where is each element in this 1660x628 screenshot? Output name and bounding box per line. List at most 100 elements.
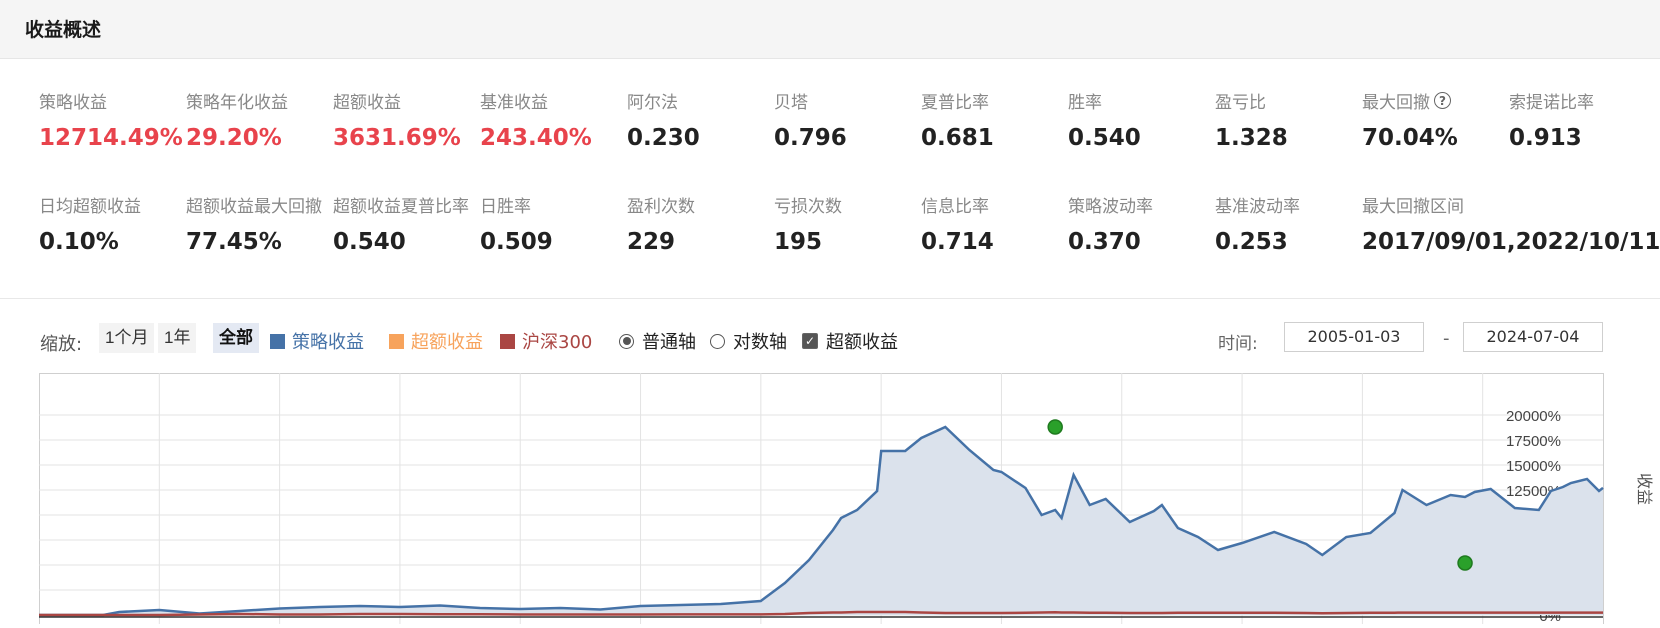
- metric-card: 策略年化收益 29.20%: [186, 88, 336, 151]
- y-tick-label: 15000%: [1506, 458, 1561, 475]
- radio-label: 普通轴: [642, 332, 696, 353]
- radio-selected-icon: [619, 333, 634, 349]
- metric-label-text: 超额收益夏普比率: [333, 197, 469, 217]
- help-icon[interactable]: ?: [1434, 92, 1451, 109]
- date-separator: -: [1443, 328, 1450, 349]
- metric-label: 夏普比率: [921, 88, 1071, 113]
- metric-value: 0.913: [1509, 125, 1582, 151]
- log-axis-radio[interactable]: 对数轴: [710, 328, 787, 354]
- metric-value: 0.10%: [39, 229, 119, 255]
- check-icon: ✓: [802, 333, 818, 349]
- metric-label: 超额收益最大回撤: [186, 192, 336, 217]
- legend-label: 超额收益: [411, 332, 483, 353]
- returns-chart: 20000%17500%15000%12500%10000%7500%5000%…: [39, 373, 1660, 625]
- start-date-input[interactable]: 2005-01-03: [1284, 322, 1424, 352]
- metric-value: 195: [774, 229, 823, 255]
- metric-label-text: 日均超额收益: [39, 197, 141, 217]
- radio-label: 对数轴: [733, 332, 787, 353]
- zoom-label: 缩放:: [40, 334, 83, 355]
- drawdown-marker: [1457, 555, 1473, 571]
- metric-card: 夏普比率 0.681: [921, 88, 1071, 151]
- metric-label-text: 策略收益: [39, 93, 107, 113]
- page-title: 收益概述: [25, 19, 102, 41]
- metric-label: 盈利次数: [627, 192, 777, 217]
- metric-value: 70.04%: [1362, 125, 1458, 151]
- metric-label: 日均超额收益: [39, 192, 189, 217]
- metric-card: 胜率 0.540: [1068, 88, 1218, 151]
- metric-value: 0.253: [1215, 229, 1288, 255]
- metric-label-text: 策略年化收益: [186, 93, 288, 113]
- metric-label: 索提诺比率: [1509, 88, 1659, 113]
- metric-value: 12714.49%: [39, 125, 183, 151]
- metric-card: 盈利次数 229: [627, 192, 777, 255]
- metric-value: 77.45%: [186, 229, 282, 255]
- metric-label-text: 基准波动率: [1215, 197, 1300, 217]
- metric-label-text: 基准收益: [480, 93, 548, 113]
- metric-label-text: 索提诺比率: [1509, 93, 1594, 113]
- metric-value: 0.796: [774, 125, 847, 151]
- metric-label: 最大回撤?: [1362, 88, 1512, 113]
- metric-label-text: 阿尔法: [627, 93, 678, 113]
- metric-label: 策略年化收益: [186, 88, 336, 113]
- metric-label-text: 策略波动率: [1068, 197, 1153, 217]
- y-axis-label: 收益: [1635, 473, 1653, 505]
- metric-label: 阿尔法: [627, 88, 777, 113]
- legend-label: 沪深300: [522, 332, 593, 353]
- zoom-all-button[interactable]: 全部: [213, 323, 259, 353]
- metric-label-text: 最大回撤区间: [1362, 197, 1464, 217]
- metric-label: 策略收益: [39, 88, 189, 113]
- metric-card: 策略收益 12714.49%: [39, 88, 189, 151]
- y-tick-label: 17500%: [1506, 433, 1561, 450]
- metric-label-text: 超额收益最大回撤: [186, 197, 322, 217]
- metric-card: 最大回撤? 70.04%: [1362, 88, 1512, 151]
- metric-label: 信息比率: [921, 192, 1071, 217]
- normal-axis-radio[interactable]: 普通轴: [619, 328, 696, 354]
- legend-swatch: [270, 333, 285, 349]
- metric-label-text: 盈亏比: [1215, 93, 1266, 113]
- metric-card: 超额收益夏普比率 0.540: [333, 192, 483, 255]
- metric-value: 1.328: [1215, 125, 1288, 151]
- metric-value: 3631.69%: [333, 125, 461, 151]
- summary-header: 收益概述: [0, 0, 1660, 59]
- metric-label: 超额收益: [333, 88, 483, 113]
- legend-excess[interactable]: 超额收益: [389, 328, 483, 354]
- metric-value: 0.540: [333, 229, 406, 255]
- metric-value: 0.509: [480, 229, 553, 255]
- metric-label: 基准波动率: [1215, 192, 1365, 217]
- zoom-1month-button[interactable]: 1个月: [99, 323, 155, 353]
- section-divider: [0, 298, 1660, 299]
- metric-label: 超额收益夏普比率: [333, 192, 483, 217]
- metric-card: 日均超额收益 0.10%: [39, 192, 189, 255]
- metric-label: 亏损次数: [774, 192, 924, 217]
- metric-label-text: 信息比率: [921, 197, 989, 217]
- metric-value: 0.681: [921, 125, 994, 151]
- metric-value: 229: [627, 229, 676, 255]
- returns-chart-svg: 20000%17500%15000%12500%10000%7500%5000%…: [39, 373, 1653, 625]
- metric-card: 最大回撤区间 2017/09/01,2022/10/11: [1362, 192, 1660, 255]
- metric-card: 亏损次数 195: [774, 192, 924, 255]
- legend-csi300[interactable]: 沪深300: [500, 328, 592, 354]
- metric-label-text: 最大回撤: [1362, 93, 1430, 113]
- legend-swatch: [389, 333, 404, 349]
- metric-label-text: 盈利次数: [627, 197, 695, 217]
- metric-card: 阿尔法 0.230: [627, 88, 777, 151]
- legend-swatch: [500, 333, 515, 349]
- metric-card: 索提诺比率 0.913: [1509, 88, 1659, 151]
- metric-card: 超额收益 3631.69%: [333, 88, 483, 151]
- end-date-input[interactable]: 2024-07-04: [1463, 322, 1603, 352]
- metric-label: 日胜率: [480, 192, 630, 217]
- metric-value: 2017/09/01,2022/10/11: [1362, 229, 1660, 255]
- metric-card: 日胜率 0.509: [480, 192, 630, 255]
- metric-label-text: 胜率: [1068, 93, 1102, 113]
- metric-label-text: 亏损次数: [774, 197, 842, 217]
- metric-value: 0.230: [627, 125, 700, 151]
- metric-card: 基准收益 243.40%: [480, 88, 630, 151]
- legend-strategy[interactable]: 策略收益: [270, 328, 364, 354]
- radio-unselected-icon: [710, 333, 725, 349]
- legend-label: 策略收益: [292, 332, 364, 353]
- excess-return-checkbox[interactable]: ✓ 超额收益: [802, 328, 898, 354]
- metric-card: 策略波动率 0.370: [1068, 192, 1218, 255]
- metric-label-text: 贝塔: [774, 93, 808, 113]
- zoom-1year-button[interactable]: 1年: [158, 323, 197, 353]
- metric-label: 胜率: [1068, 88, 1218, 113]
